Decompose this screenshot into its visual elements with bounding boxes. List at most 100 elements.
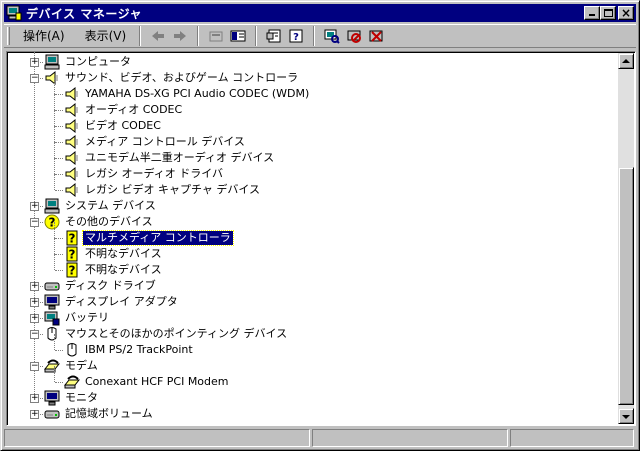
- status-pane-2: [312, 429, 508, 447]
- tree-node-label: ディスプレイ アダプタ: [65, 295, 178, 308]
- maximize-button[interactable]: [600, 6, 616, 20]
- tree-category-node[interactable]: システム デバイス: [44, 198, 158, 214]
- tree-node-label: モニタ: [65, 391, 98, 404]
- device-tree-panel[interactable]: + コンピュータ − サウンド、ビデオ、およびゲーム コントローラ YAMAHA DS-…: [6, 51, 636, 426]
- tree-node-label: 不明なデバイス: [85, 247, 162, 260]
- tree-device-node[interactable]: Conexant HCF PCI Modem: [63, 374, 231, 390]
- svg-text:?: ?: [69, 232, 76, 246]
- tree-category-node[interactable]: バッテリ: [44, 310, 111, 326]
- speaker-icon: [64, 86, 80, 102]
- tree-connector-line: [55, 238, 63, 239]
- tree-device-node[interactable]: メディア コントロール デバイス: [64, 134, 247, 150]
- tree-connector-line: [54, 142, 55, 158]
- tree-device-node[interactable]: IBM PS/2 TrackPoint: [64, 342, 195, 358]
- status-bar: [4, 429, 636, 447]
- modem-icon: [63, 374, 81, 390]
- collapse-button[interactable]: −: [30, 330, 39, 339]
- monitor-icon: [44, 294, 60, 310]
- tree-category-node[interactable]: コンピュータ: [44, 54, 133, 70]
- tree-category-node[interactable]: サウンド、ビデオ、およびゲーム コントローラ: [44, 70, 300, 86]
- tree-category-node[interactable]: ディスプレイ アダプタ: [44, 294, 180, 310]
- tree-connector-line: [54, 110, 55, 126]
- status-pane-main: [4, 429, 310, 447]
- up-level-button[interactable]: [205, 26, 227, 46]
- collapse-button[interactable]: −: [30, 218, 39, 227]
- tree-connector-line: [55, 142, 63, 143]
- tree-device-node[interactable]: ビデオ CODEC: [64, 118, 163, 134]
- speaker-icon: [64, 118, 80, 134]
- maximize-icon: [604, 9, 613, 17]
- disk-drive-icon: [44, 278, 60, 294]
- device-tree[interactable]: + コンピュータ − サウンド、ビデオ、およびゲーム コントローラ YAMAHA DS-…: [7, 52, 619, 425]
- tree-device-node[interactable]: ? マルチメディア コントローラ: [64, 230, 234, 246]
- tree-device-node[interactable]: レガシ ビデオ キャプチャ デバイス: [64, 182, 262, 198]
- battery-icon: [44, 310, 60, 326]
- tree-category-node[interactable]: モデム: [43, 358, 100, 374]
- computer-icon: [44, 54, 60, 70]
- tree-category-node[interactable]: マウスとそのほかのポインティング デバイス: [44, 326, 289, 342]
- expand-button[interactable]: +: [30, 298, 39, 307]
- speaker-icon: [64, 166, 80, 182]
- tree-node-label: Conexant HCF PCI Modem: [85, 375, 229, 388]
- tree-connector-line: [55, 382, 63, 383]
- expand-button[interactable]: +: [30, 282, 39, 291]
- disable-device-button[interactable]: [343, 26, 365, 46]
- close-button[interactable]: ×: [618, 6, 634, 20]
- uninstall-button[interactable]: [365, 26, 387, 46]
- expand-button[interactable]: +: [30, 314, 39, 323]
- tree-device-node[interactable]: オーディオ CODEC: [64, 102, 184, 118]
- tree-category-node[interactable]: ディスク ドライブ: [44, 278, 158, 294]
- scroll-down-arrow-icon: [622, 415, 630, 419]
- tree-device-node[interactable]: ユニモデム半二重オーディオ デバイス: [64, 150, 276, 166]
- unknown-device-icon: ?: [64, 262, 80, 278]
- collapse-button[interactable]: −: [30, 362, 39, 371]
- toolbar-separator: [197, 26, 200, 46]
- tree-device-node[interactable]: ? 不明なデバイス: [64, 262, 164, 278]
- speaker-icon: [64, 150, 80, 166]
- tree-node-label: メディア コントロール デバイス: [85, 135, 245, 148]
- tree-category-node[interactable]: ? その他のデバイス: [44, 214, 155, 230]
- tree-node-label: ビデオ CODEC: [85, 119, 161, 132]
- tree-connector-line: [55, 94, 63, 95]
- tree-device-node[interactable]: YAMAHA DS-XG PCI Audio CODEC (WDM): [64, 86, 311, 102]
- scroll-up-arrow-icon: [622, 59, 630, 63]
- tree-connector-line: [55, 350, 63, 351]
- vertical-scrollbar[interactable]: [618, 53, 634, 424]
- show-hide-tree-button[interactable]: [227, 26, 249, 46]
- tree-connector-line: [54, 366, 55, 382]
- menu-view[interactable]: 表示(V): [78, 27, 134, 45]
- forward-button[interactable]: [169, 26, 191, 46]
- tree-connector-line: [55, 110, 63, 111]
- toolbar-grip[interactable]: [7, 27, 10, 45]
- properties-button[interactable]: [263, 26, 285, 46]
- scroll-up-button[interactable]: [618, 53, 634, 69]
- menu-action[interactable]: 操作(A): [16, 27, 72, 45]
- tree-connector-line: [55, 270, 63, 271]
- help-icon: ?: [289, 29, 303, 43]
- tree-node-label: その他のデバイス: [65, 215, 153, 228]
- speaker-icon: [44, 70, 60, 86]
- title-bar[interactable]: デバイス マネージャ ×: [4, 4, 636, 22]
- back-button[interactable]: [147, 26, 169, 46]
- scan-hardware-button[interactable]: [321, 26, 343, 46]
- window-title: デバイス マネージャ: [26, 6, 142, 21]
- expand-button[interactable]: +: [30, 202, 39, 211]
- tree-category-node[interactable]: 記憶域ボリューム: [44, 406, 155, 422]
- device-manager-icon: [6, 5, 22, 21]
- tree-category-node[interactable]: モニタ: [44, 390, 100, 406]
- collapse-button[interactable]: −: [30, 74, 39, 83]
- expand-button[interactable]: +: [30, 410, 39, 419]
- scroll-thumb[interactable]: [618, 167, 634, 405]
- svg-text:?: ?: [69, 248, 76, 262]
- expand-button[interactable]: +: [30, 394, 39, 403]
- expand-button[interactable]: +: [30, 58, 39, 67]
- minimize-button[interactable]: [584, 6, 600, 20]
- tree-connector-line: [55, 158, 63, 159]
- scroll-down-button[interactable]: [618, 408, 634, 424]
- help-button[interactable]: ?: [285, 26, 307, 46]
- tree-connector-line: [54, 254, 55, 270]
- tree-device-node[interactable]: ? 不明なデバイス: [64, 246, 164, 262]
- tree-connector-line: [54, 222, 55, 238]
- tree-device-node[interactable]: レガシ オーディオ ドライバ: [64, 166, 225, 182]
- toolbar: 操作(A) 表示(V) ?: [4, 24, 636, 48]
